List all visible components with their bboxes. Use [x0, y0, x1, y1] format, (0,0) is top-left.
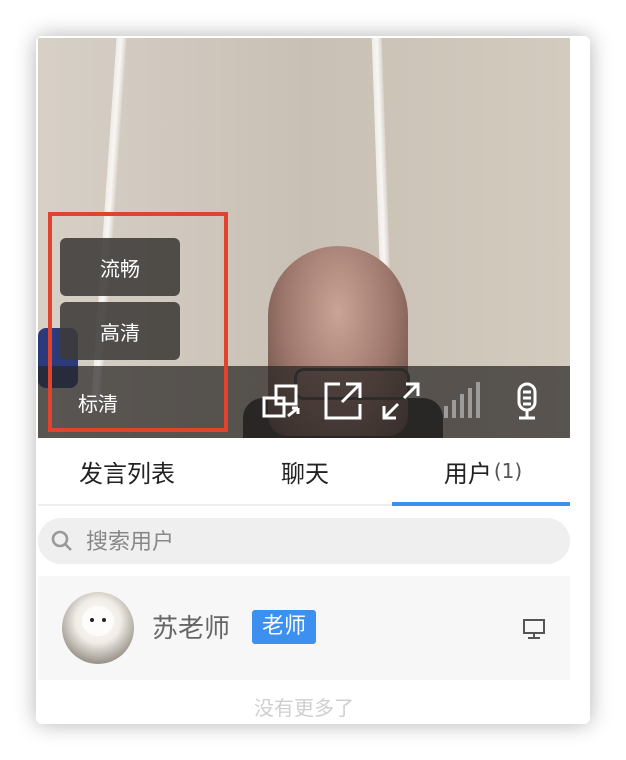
live-class-window: 标清 流畅 高清 发言列表 聊天 用户 (1) 搜索用户 苏老师 老师 没有更多… [36, 36, 590, 724]
panel-tabs: 发言列表 聊天 用户 (1) [38, 438, 570, 506]
tab-count: (1) [493, 459, 523, 483]
tab-label: 发言列表 [79, 459, 175, 488]
tab-speaker-list[interactable]: 发言列表 [38, 438, 216, 504]
search-icon [50, 529, 74, 553]
search-input[interactable] [84, 518, 548, 566]
quality-option-high[interactable]: 高清 [60, 302, 180, 360]
active-tab-indicator [392, 502, 570, 506]
tab-label: 聊天 [281, 459, 329, 488]
list-end-text: 没有更多了 [254, 696, 354, 720]
switch-camera-icon[interactable] [260, 378, 306, 424]
avatar [62, 592, 134, 664]
user-search-bar[interactable] [38, 518, 570, 566]
avatar-eye [102, 618, 106, 622]
fullscreen-icon[interactable] [378, 378, 424, 424]
microphone-icon[interactable] [504, 378, 550, 424]
video-feed[interactable]: 标清 流畅 高清 [38, 38, 570, 438]
user-list-item[interactable]: 苏老师 老师 [38, 576, 570, 680]
avatar-dog [82, 606, 114, 636]
tab-users[interactable]: 用户 (1) [394, 438, 572, 504]
role-badge: 老师 [252, 610, 317, 644]
tab-chat[interactable]: 聊天 [216, 438, 394, 504]
pop-out-icon[interactable] [320, 378, 366, 424]
signal-strength-icon [440, 378, 486, 424]
user-name: 苏老师 [152, 614, 231, 644]
desktop-icon [522, 618, 546, 640]
avatar-eye [90, 618, 94, 622]
quality-option-smooth[interactable]: 流畅 [60, 238, 180, 296]
quality-selector-highlight: 流畅 高清 [48, 212, 228, 432]
tab-label: 用户 [443, 459, 492, 488]
